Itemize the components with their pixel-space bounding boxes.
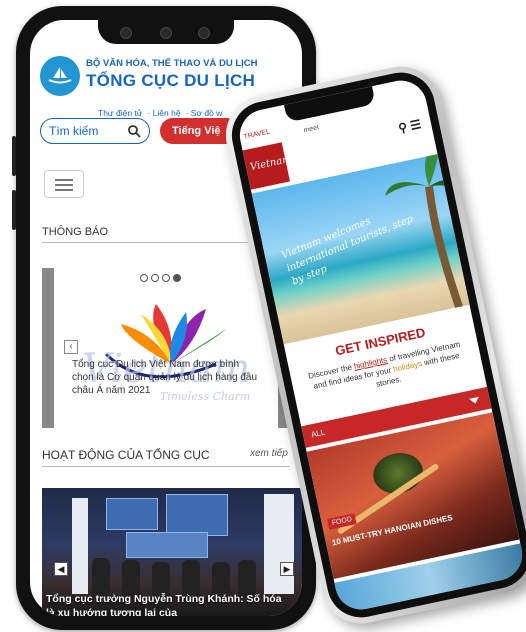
slider-edge	[42, 268, 54, 428]
see-more-link[interactable]: xem tiếp	[250, 448, 288, 459]
menu-icon[interactable]: ☰	[409, 117, 422, 133]
slider-dots	[140, 274, 181, 282]
hamburger-menu-button[interactable]	[44, 170, 84, 198]
divider	[42, 466, 290, 467]
slider-dot[interactable]	[162, 274, 170, 282]
logo-text: Vietnam	[249, 153, 293, 174]
search-input[interactable]: Tìm kiếm	[40, 118, 150, 144]
menu-bar	[55, 179, 73, 181]
travel-label: TRAVEL	[243, 128, 271, 141]
slide-caption[interactable]: Tổng cục Du lịch Việt Nam được bình chọn…	[72, 358, 258, 397]
agency-logo-icon[interactable]	[40, 56, 80, 96]
hero-banner[interactable]: Vietnam welcomes international tourists,…	[251, 154, 470, 345]
top-bar-extra: meet	[303, 124, 320, 135]
notice-slider[interactable]: Vietnam Timeless Charm ‹ Tổng cục Du lịc…	[42, 268, 290, 428]
activity-section-title: HOẠT ĐỘNG CỦA TỔNG CỤC	[42, 448, 210, 462]
top-links: Thư điện tử · Liên hệ · Sơ đồ w	[98, 108, 223, 118]
filter-label: ALL	[310, 427, 327, 440]
search-icon[interactable]: ⚲	[397, 120, 409, 136]
slider-dot-active[interactable]	[173, 274, 181, 282]
news-photo[interactable]: ◀ ▶ Tổng cục trưởng Nguyễn Trùng Khánh: …	[42, 488, 302, 616]
chevron-down-icon	[469, 396, 481, 405]
stage-screen	[126, 532, 208, 558]
side-button	[12, 190, 16, 230]
camera-icon	[120, 27, 132, 39]
news-prev-button[interactable]: ◀	[54, 562, 68, 576]
notice-section-title: THÔNG BÁO	[42, 226, 109, 238]
link-contact[interactable]: Liên hệ	[153, 108, 181, 118]
news-caption[interactable]: Tổng cục trưởng Nguyễn Trùng Khánh: Số h…	[46, 592, 286, 616]
ministry-name: BỘ VĂN HÓA, THỂ THAO VÀ DU LỊCH	[86, 58, 258, 69]
agency-name[interactable]: TỔNG CỤC DU LỊCH	[86, 71, 255, 91]
search-icon[interactable]	[127, 124, 141, 138]
header-icons: ⚲ ☰	[397, 117, 422, 135]
camera-icon	[198, 27, 210, 39]
camera-icon	[160, 27, 172, 39]
search-placeholder: Tìm kiếm	[49, 124, 99, 138]
vietnam-logo[interactable]: Vietnam	[242, 142, 293, 190]
event-banner	[264, 494, 294, 594]
slider-dot[interactable]	[151, 274, 159, 282]
stage-screen	[166, 494, 228, 536]
stage-screen	[106, 498, 158, 530]
menu-bar	[55, 184, 73, 186]
menu-bar	[55, 189, 73, 191]
slider-prev-button[interactable]: ‹	[64, 340, 78, 354]
slider-dot[interactable]	[140, 274, 148, 282]
news-next-button[interactable]: ▶	[280, 562, 294, 576]
logo-boat-icon	[48, 67, 72, 84]
phone-notch	[98, 20, 234, 44]
event-banner	[72, 498, 88, 594]
side-button	[12, 136, 16, 176]
link-email[interactable]: Thư điện tử	[98, 108, 142, 118]
link-sitemap[interactable]: Sơ đồ w	[191, 108, 223, 118]
